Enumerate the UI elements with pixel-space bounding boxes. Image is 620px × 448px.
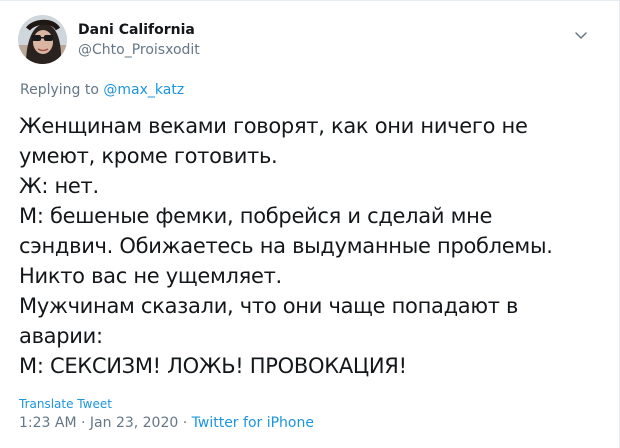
reply-mention-link[interactable]: @max_katz bbox=[103, 82, 184, 98]
tweet-text: Женщинам веками говорят, как они ничего … bbox=[19, 111, 599, 381]
tweet-line: Ж: нет. bbox=[19, 174, 99, 198]
tweet-line: Никто вас не ущемляет. bbox=[19, 264, 282, 288]
tweet-source-link[interactable]: Twitter for iPhone bbox=[192, 415, 314, 431]
tweet-meta: 1:23 AM · Jan 23, 2020 · Twitter for iPh… bbox=[19, 414, 314, 432]
user-handle[interactable]: @Chto_Proisxodit bbox=[78, 41, 200, 60]
author-names: Dani California @Chto_Proisxodit bbox=[78, 21, 200, 60]
tweet-line: М: СЕКСИЗМ! ЛОЖЬ! ПРОВОКАЦИЯ! bbox=[19, 354, 407, 378]
tweet-time[interactable]: 1:23 AM bbox=[19, 415, 77, 431]
tweet-line: Женщинам веками говорят, как они ничего … bbox=[19, 114, 528, 138]
tweet-header: Dani California @Chto_Proisxodit bbox=[18, 15, 200, 64]
tweet-line: аварии: bbox=[19, 324, 103, 348]
tweet-card: Dani California @Chto_Proisxodit Replyin… bbox=[0, 0, 620, 448]
tweet-line: М: бешеные фемки, побрейся и сделай мне bbox=[19, 204, 493, 228]
meta-separator: · bbox=[182, 415, 188, 431]
replying-prefix: Replying to bbox=[20, 82, 99, 98]
avatar-image bbox=[18, 15, 67, 64]
avatar[interactable] bbox=[18, 15, 67, 64]
replying-to: Replying to @max_katz bbox=[20, 81, 184, 99]
display-name[interactable]: Dani California bbox=[78, 21, 200, 40]
tweet-line: умеют, кроме готовить. bbox=[19, 144, 278, 168]
chevron-down-icon[interactable] bbox=[573, 27, 589, 43]
tweet-date[interactable]: Jan 23, 2020 bbox=[90, 415, 178, 431]
tweet-line: сэндвич. Обижаетесь на выдуманные пробле… bbox=[19, 234, 553, 258]
translate-tweet-link[interactable]: Translate Tweet bbox=[19, 396, 112, 412]
meta-separator: · bbox=[81, 415, 86, 431]
tweet-line: Мужчинам сказали, что они чаще попадают … bbox=[19, 294, 519, 318]
